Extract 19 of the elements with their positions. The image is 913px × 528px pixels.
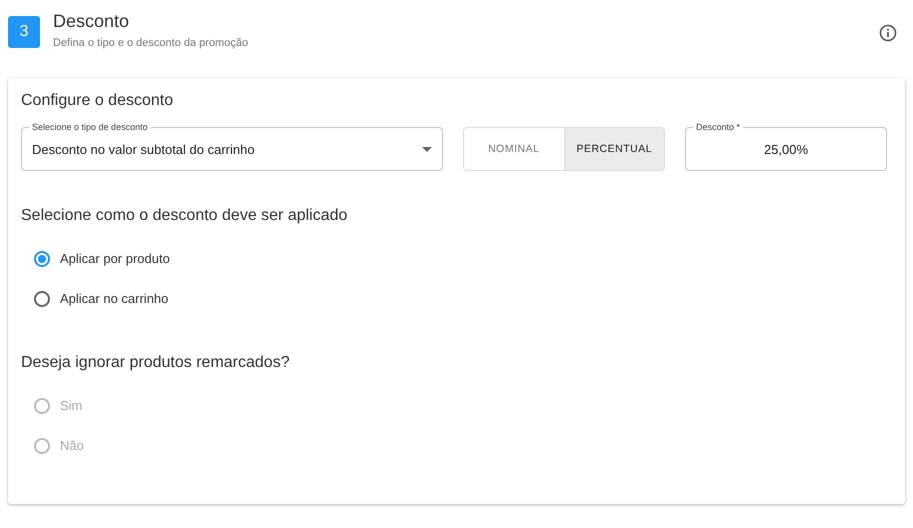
heading: Configure o desconto — [21, 92, 174, 110]
step-number: 3 — [8, 16, 40, 48]
section-subtitle: Defina o tipo e o desconto da promoção — [53, 37, 250, 49]
mode-toggle[interactable]: PERCENTUAL — [564, 128, 664, 170]
radio-label: Não — [60, 438, 84, 453]
heading: Deseja ignorar produtos remarcados? — [21, 354, 291, 372]
radio-label: Sim — [60, 398, 82, 413]
field-label: Selecione o tipo de desconto — [29, 122, 151, 133]
select-value: Desconto no valor subtotal do carrinho — [32, 142, 255, 156]
radio-label: Aplicar por produto — [60, 251, 170, 266]
caret-icon — [422, 146, 432, 152]
info-icon[interactable] — [879, 24, 897, 42]
section-title: Desconto — [53, 11, 130, 32]
radio-label: Aplicar no carrinho — [60, 291, 168, 306]
radio-button[interactable] — [34, 250, 50, 266]
heading: Selecione como o desconto deve ser aplicado — [21, 207, 348, 225]
field-label: Desconto * — [693, 122, 744, 133]
field-value: 25,00% — [764, 142, 808, 156]
radio-button[interactable] — [34, 290, 50, 306]
